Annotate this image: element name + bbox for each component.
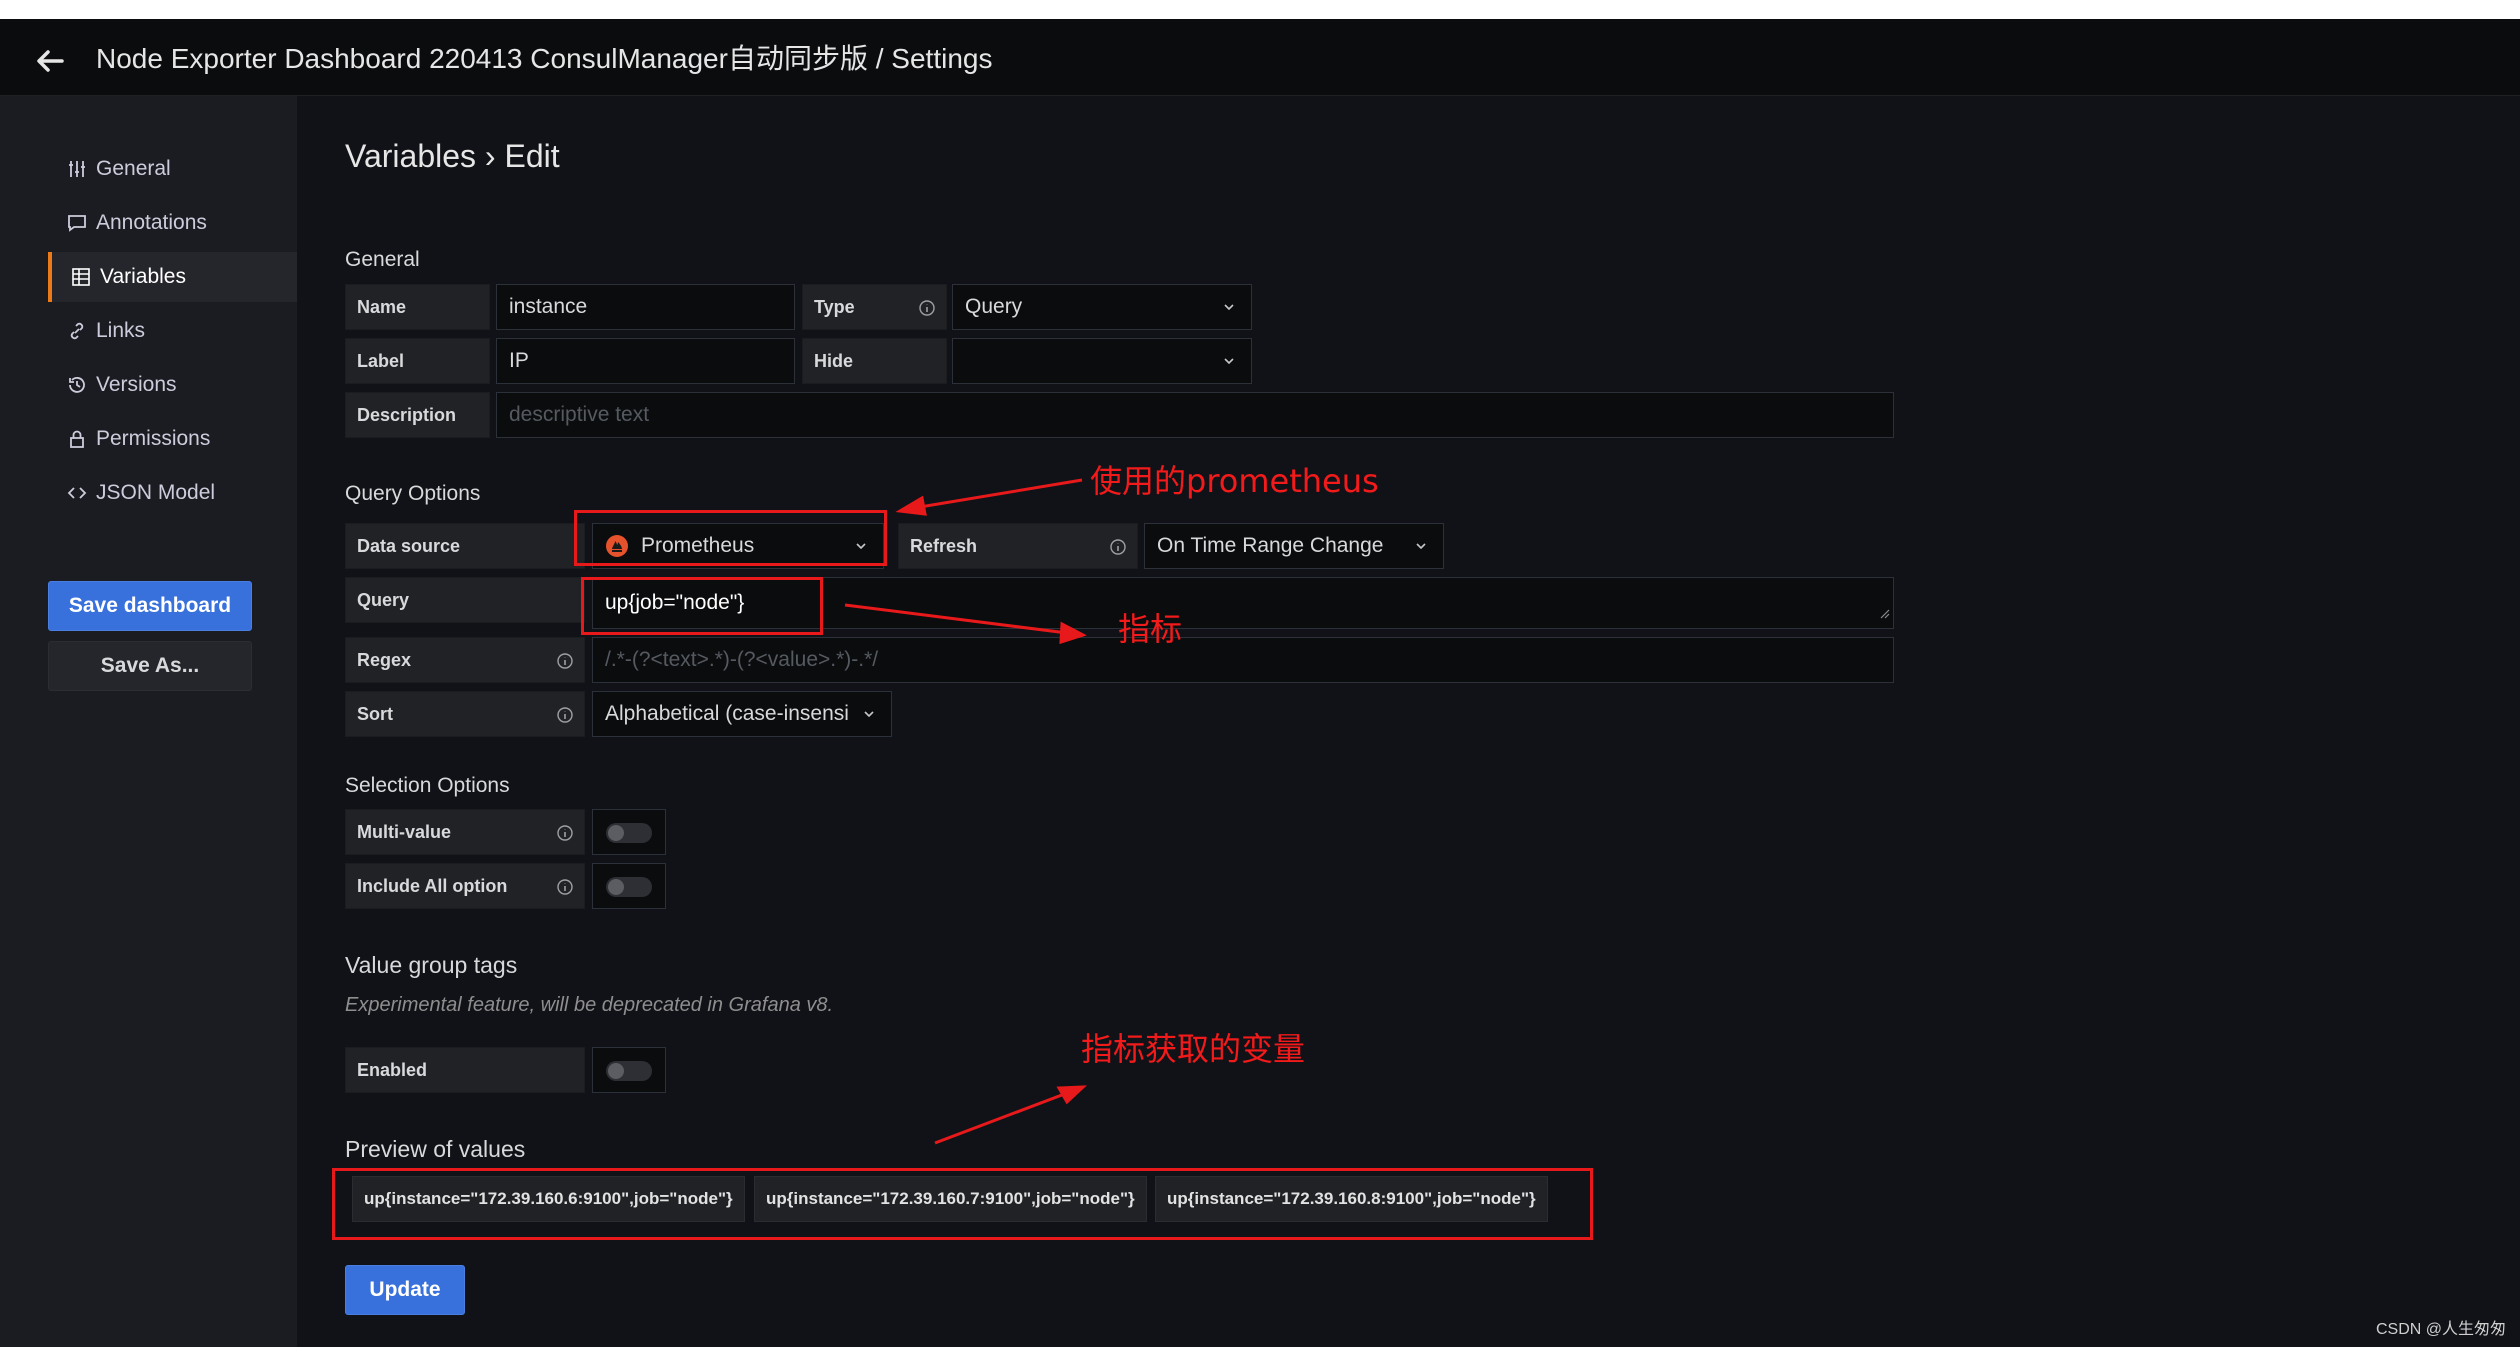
annotation-preview-note: 指标获取的变量 (1081, 1030, 1306, 1068)
annotation-arrows (844, 478, 1087, 1145)
annotation-query-note: 指标 (1118, 610, 1183, 648)
watermark: CSDN @人生匆匆 (2375, 1321, 2506, 1338)
annotation-datasource-note: 使用的prometheus (1090, 462, 1379, 500)
